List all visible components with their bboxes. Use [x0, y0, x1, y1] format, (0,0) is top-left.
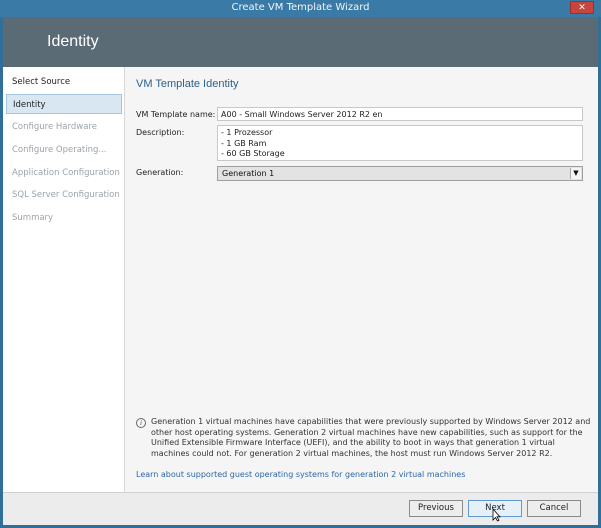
description-field[interactable]: - 1 Prozessor - 1 GB Ram - 60 GB Storage: [217, 125, 583, 161]
generation-label: Generation:: [136, 168, 184, 177]
wizard-content: Select Source Identity Configure Hardwar…: [3, 67, 598, 492]
sidebar-item-summary[interactable]: Summary: [6, 208, 122, 228]
generation-select[interactable]: Generation 1 ▼: [217, 166, 583, 181]
mouse-pointer-icon: [492, 508, 501, 522]
page-title: Identity: [47, 33, 99, 50]
sidebar-item-configure-hardware[interactable]: Configure Hardware: [6, 117, 122, 137]
vm-template-name-field[interactable]: A00 - Small Windows Server 2012 R2 en: [217, 107, 583, 121]
generation-2-guest-os-link[interactable]: Learn about supported guest operating sy…: [136, 470, 465, 479]
title-bar: Create VM Template Wizard ✕: [0, 0, 601, 17]
sidebar-item-application-configuration[interactable]: Application Configuration: [6, 163, 122, 183]
cancel-button[interactable]: Cancel: [527, 500, 581, 517]
wizard-header: Identity: [3, 17, 598, 67]
generation-info-text: Generation 1 virtual machines have capab…: [151, 417, 591, 458]
sidebar-item-sql-server-configuration[interactable]: SQL Server Configuration: [6, 185, 122, 205]
window-title: Create VM Template Wizard: [231, 2, 370, 13]
description-label: Description:: [136, 128, 185, 137]
sidebar-item-identity[interactable]: Identity: [6, 94, 122, 114]
description-line: - 1 GB Ram: [221, 138, 267, 148]
previous-button[interactable]: Previous: [409, 500, 463, 517]
generation-selected-value: Generation 1: [222, 169, 275, 178]
sidebar-item-select-source[interactable]: Select Source: [6, 72, 122, 92]
wizard-steps-sidebar: Select Source Identity Configure Hardwar…: [3, 67, 124, 492]
wizard-footer: Previous Next Cancel: [3, 492, 598, 525]
vm-template-name-label: VM Template name:: [136, 110, 216, 119]
description-line: - 60 GB Storage: [221, 149, 285, 158]
info-icon: i: [136, 418, 146, 428]
description-line: - 1 Prozessor: [221, 128, 273, 137]
chevron-down-icon[interactable]: ▼: [570, 168, 581, 179]
sidebar-item-configure-operating[interactable]: Configure Operating...: [6, 140, 122, 160]
close-button[interactable]: ✕: [570, 1, 594, 14]
section-title: VM Template Identity: [136, 78, 239, 90]
wizard-window: Create VM Template Wizard ✕ Identity Sel…: [0, 0, 601, 528]
identity-panel: VM Template Identity VM Template name: A…: [124, 67, 598, 492]
